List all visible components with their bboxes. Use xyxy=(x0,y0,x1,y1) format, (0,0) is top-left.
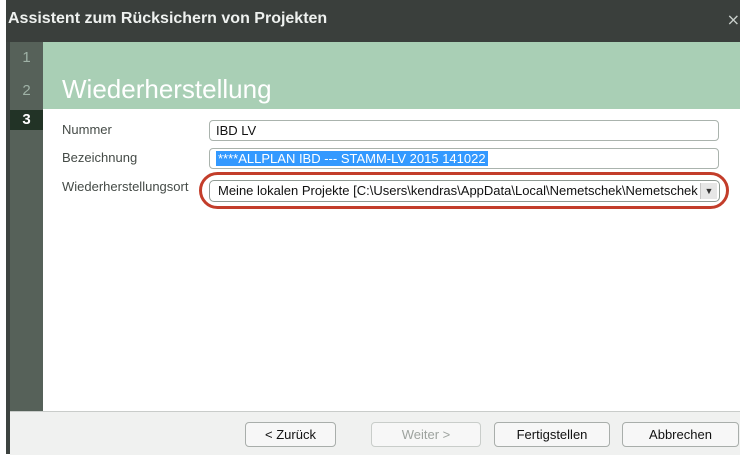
nummer-value: IBD LV xyxy=(216,123,257,138)
finish-button[interactable]: Fertigstellen xyxy=(494,422,610,447)
chevron-down-icon[interactable]: ▼ xyxy=(700,183,717,199)
next-button[interactable]: Weiter > xyxy=(371,422,481,447)
page-header: Wiederherstellung xyxy=(43,42,740,109)
form-area: Nummer IBD LV Bezeichnung ****ALLPLAN IB… xyxy=(43,109,740,411)
nummer-label: Nummer xyxy=(62,122,112,137)
step-2: 2 xyxy=(22,82,31,99)
step-1: 1 xyxy=(22,49,31,66)
cancel-button[interactable]: Abbrechen xyxy=(622,422,739,447)
page-title: Wiederherstellung xyxy=(62,74,272,104)
nummer-field[interactable]: IBD LV xyxy=(209,120,719,141)
wiederherstellungsort-value: Meine lokalen Projekte [C:\Users\kendras… xyxy=(218,183,698,198)
wiederherstellungsort-dropdown[interactable]: Meine lokalen Projekte [C:\Users\kendras… xyxy=(209,180,720,202)
close-icon[interactable]: × xyxy=(727,10,740,29)
window-title: Assistent zum Rücksichern von Projekten xyxy=(8,10,328,27)
step-sidebar: 1 2 3 xyxy=(10,42,43,411)
bezeichnung-value-selected: ****ALLPLAN IBD --- STAMM-LV 2015 141022 xyxy=(216,151,488,166)
bezeichnung-label: Bezeichnung xyxy=(62,150,138,165)
bezeichnung-field[interactable]: ****ALLPLAN IBD --- STAMM-LV 2015 141022 xyxy=(209,148,719,169)
back-button[interactable]: < Zurück xyxy=(245,422,336,447)
button-bar: < Zurück Weiter > Fertigstellen Abbreche… xyxy=(10,411,740,455)
step-3-active: 3 xyxy=(10,110,43,130)
wiederherstellungsort-label: Wiederherstellungsort xyxy=(62,179,189,194)
title-bar: Assistent zum Rücksichern von Projekten … xyxy=(6,0,740,42)
